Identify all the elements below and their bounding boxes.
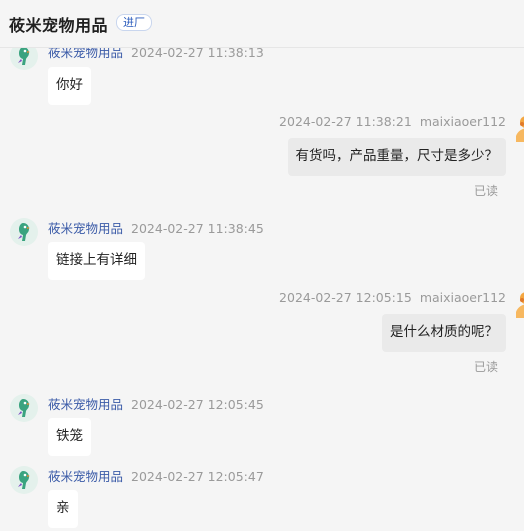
message-time: 2024-02-27 12:05:45	[131, 397, 264, 412]
shop-badge: 进厂	[116, 14, 152, 31]
message-meta: 2024-02-27 11:38:21 maixiaoer112	[279, 114, 506, 129]
message-bubble[interactable]: 链接上有详细	[48, 242, 145, 280]
shop-avatar-icon[interactable]	[10, 394, 38, 422]
message-meta: 2024-02-27 12:05:15 maixiaoer112	[279, 290, 506, 305]
message-time: 2024-02-27 11:38:21	[279, 114, 412, 129]
message-bubble[interactable]: 你好	[48, 67, 91, 105]
sender-name[interactable]: 莜米宠物用品	[48, 221, 123, 236]
message-bubble[interactable]: 是什么材质的呢？	[382, 314, 506, 352]
user-avatar-icon[interactable]	[514, 290, 524, 320]
read-status: 已读	[473, 184, 498, 198]
message-time: 2024-02-27 12:05:47	[131, 469, 264, 484]
sender-name: maixiaoer112	[419, 290, 506, 305]
sender-name[interactable]: 莜米宠物用品	[48, 397, 123, 412]
sender-name: maixiaoer112	[419, 114, 506, 129]
message-meta: 莜米宠物用品 2024-02-27 12:05:47	[48, 466, 264, 485]
message-time: 2024-02-27 11:38:45	[131, 221, 264, 236]
message-bubble[interactable]: 有货吗，产品重量，尺寸是多少？	[287, 138, 506, 176]
shop-avatar-icon[interactable]	[10, 466, 38, 494]
message-bubble[interactable]: 亲	[48, 490, 78, 528]
message-time: 2024-02-27 11:38:13	[131, 48, 264, 60]
message-meta: 莜米宠物用品 2024-02-27 11:38:45	[48, 218, 264, 237]
sender-name[interactable]: 莜米宠物用品	[48, 469, 123, 484]
chat-header: 莜米宠物用品 进厂	[0, 0, 524, 48]
message-list[interactable]: 莜米宠物用品 2024-02-27 11:38:13 你好 2024-02-27 …	[0, 48, 524, 531]
user-avatar-icon[interactable]	[514, 114, 524, 144]
message-time: 2024-02-27 12:05:15	[279, 290, 412, 305]
shop-avatar-icon[interactable]	[10, 218, 38, 246]
message-bubble[interactable]: 铁笼	[48, 418, 91, 456]
shop-title[interactable]: 莜米宠物用品	[9, 12, 108, 36]
message-meta: 莜米宠物用品 2024-02-27 12:05:45	[48, 394, 264, 413]
message-meta: 莜米宠物用品 2024-02-27 11:38:13	[48, 48, 264, 61]
sender-name[interactable]: 莜米宠物用品	[48, 48, 123, 60]
read-status: 已读	[473, 360, 498, 374]
shop-avatar-icon[interactable]	[10, 48, 38, 70]
